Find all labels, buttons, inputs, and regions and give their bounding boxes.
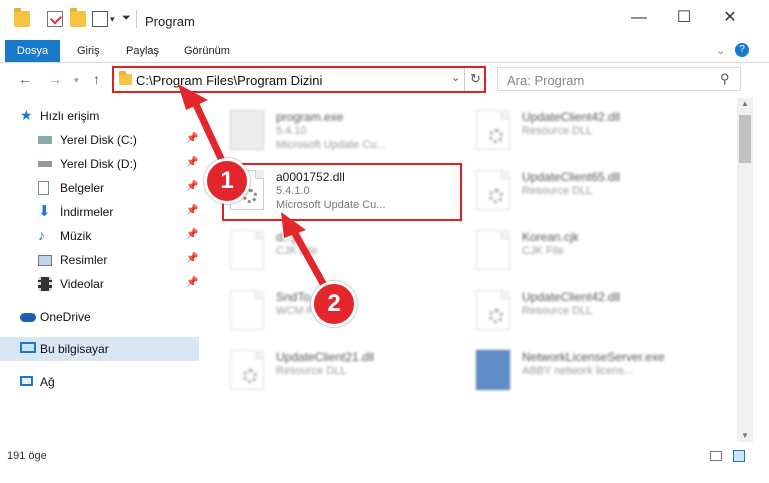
annotation-arrows	[178, 84, 334, 300]
callout-1: 1	[204, 158, 250, 204]
arrowhead-1	[178, 84, 208, 110]
callout-2: 2	[311, 281, 357, 327]
arrowhead-2	[281, 212, 306, 238]
